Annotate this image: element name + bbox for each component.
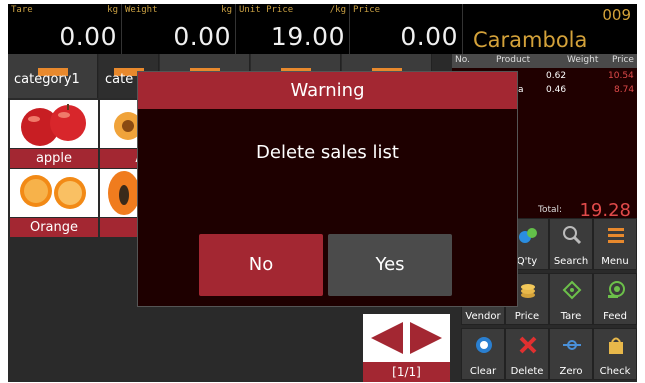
product-name-label: apple	[10, 149, 98, 168]
readout-bar: Tare kg 0.00 Weight kg 0.00 Unit Price /…	[8, 4, 637, 54]
tab-label: category1	[14, 72, 80, 87]
sales-list-header: No. Product Weight Price	[452, 54, 637, 68]
no-button[interactable]: No	[199, 234, 323, 296]
price-button-label: Price	[514, 311, 540, 322]
weight-unit: kg	[221, 5, 232, 15]
unit-price-label: Unit Price	[239, 5, 294, 15]
clear-label: Clear	[469, 366, 497, 377]
product-tile-apple[interactable]: apple	[10, 100, 98, 168]
unit-price-value: 19.00	[270, 22, 345, 51]
tare-readout: Tare kg 0.00	[8, 4, 122, 54]
orange-image	[10, 169, 98, 217]
product-name-label: Orange	[10, 218, 98, 237]
tare-button[interactable]: Tare	[549, 273, 593, 325]
feed-label: Feed	[603, 311, 627, 322]
col-weight: Weight	[567, 55, 599, 65]
col-price: Price	[612, 55, 634, 65]
unit-price-unit: /kg	[329, 5, 346, 15]
product-tile-orange[interactable]: Orange	[10, 169, 98, 237]
zero-button[interactable]: Zero	[549, 328, 593, 380]
menu-label: Menu	[601, 256, 629, 267]
tab-category1[interactable]: category1	[8, 54, 98, 98]
yes-button[interactable]: Yes	[328, 234, 452, 296]
col-product: Product	[496, 55, 531, 65]
product-name: Carambola	[473, 28, 588, 52]
row-price: 8.74	[614, 85, 635, 95]
warning-dialog: Warning Delete sales list No Yes	[137, 71, 518, 307]
search-button[interactable]: Search	[549, 218, 593, 270]
price-value: 0.00	[400, 22, 458, 51]
weight-label: Weight	[125, 5, 158, 15]
product-readout: 009 Carambola	[463, 4, 637, 54]
dialog-title: Warning	[138, 72, 517, 109]
coins-icon	[521, 284, 535, 298]
row-price: 10.54	[608, 71, 634, 81]
delete-label: Delete	[510, 366, 544, 377]
delete-x-icon	[519, 336, 537, 354]
qty-icon	[519, 228, 537, 243]
product-code: 009	[602, 6, 631, 24]
tab-label: cate	[105, 72, 134, 87]
tare-label: Tare	[11, 5, 33, 15]
row-weight: 0.62	[546, 71, 567, 81]
pager: [1/1]	[363, 314, 450, 382]
page-indicator: [1/1]	[363, 362, 450, 382]
page-next-icon[interactable]	[410, 322, 442, 354]
vendor-label: Vendor	[465, 311, 501, 322]
check-button[interactable]: Check	[593, 328, 637, 380]
tare-icon	[562, 280, 582, 300]
shopping-bag-icon	[609, 337, 623, 354]
dialog-message: Delete sales list	[256, 142, 399, 163]
price-label: Price	[353, 5, 381, 15]
row-weight: 0.46	[546, 85, 567, 95]
tare-button-label: Tare	[560, 311, 582, 322]
zero-icon	[563, 340, 581, 350]
clear-icon	[476, 337, 492, 353]
weight-readout: Weight kg 0.00	[122, 4, 236, 54]
search-icon	[563, 226, 582, 245]
delete-button[interactable]: Delete	[505, 328, 549, 380]
clear-button[interactable]: Clear	[461, 328, 505, 380]
check-label: Check	[599, 366, 631, 377]
apple-image	[10, 100, 98, 148]
unit-price-readout: Unit Price /kg 19.00	[236, 4, 350, 54]
page-prev-icon[interactable]	[371, 322, 403, 354]
menu-button[interactable]: Menu	[593, 218, 637, 270]
search-label: Search	[553, 256, 589, 267]
tare-unit: kg	[107, 5, 118, 15]
col-no: No.	[455, 55, 470, 65]
paper-roll-icon	[608, 281, 625, 298]
tare-value: 0.00	[59, 22, 117, 51]
price-readout: Price 0.00	[350, 4, 463, 54]
feed-button[interactable]: Feed	[593, 273, 637, 325]
pos-scale-screen: Tare kg 0.00 Weight kg 0.00 Unit Price /…	[8, 4, 637, 382]
total-label: Total:	[538, 205, 563, 215]
zero-label: Zero	[559, 366, 583, 377]
weight-value: 0.00	[173, 22, 231, 51]
menu-icon	[608, 228, 624, 243]
